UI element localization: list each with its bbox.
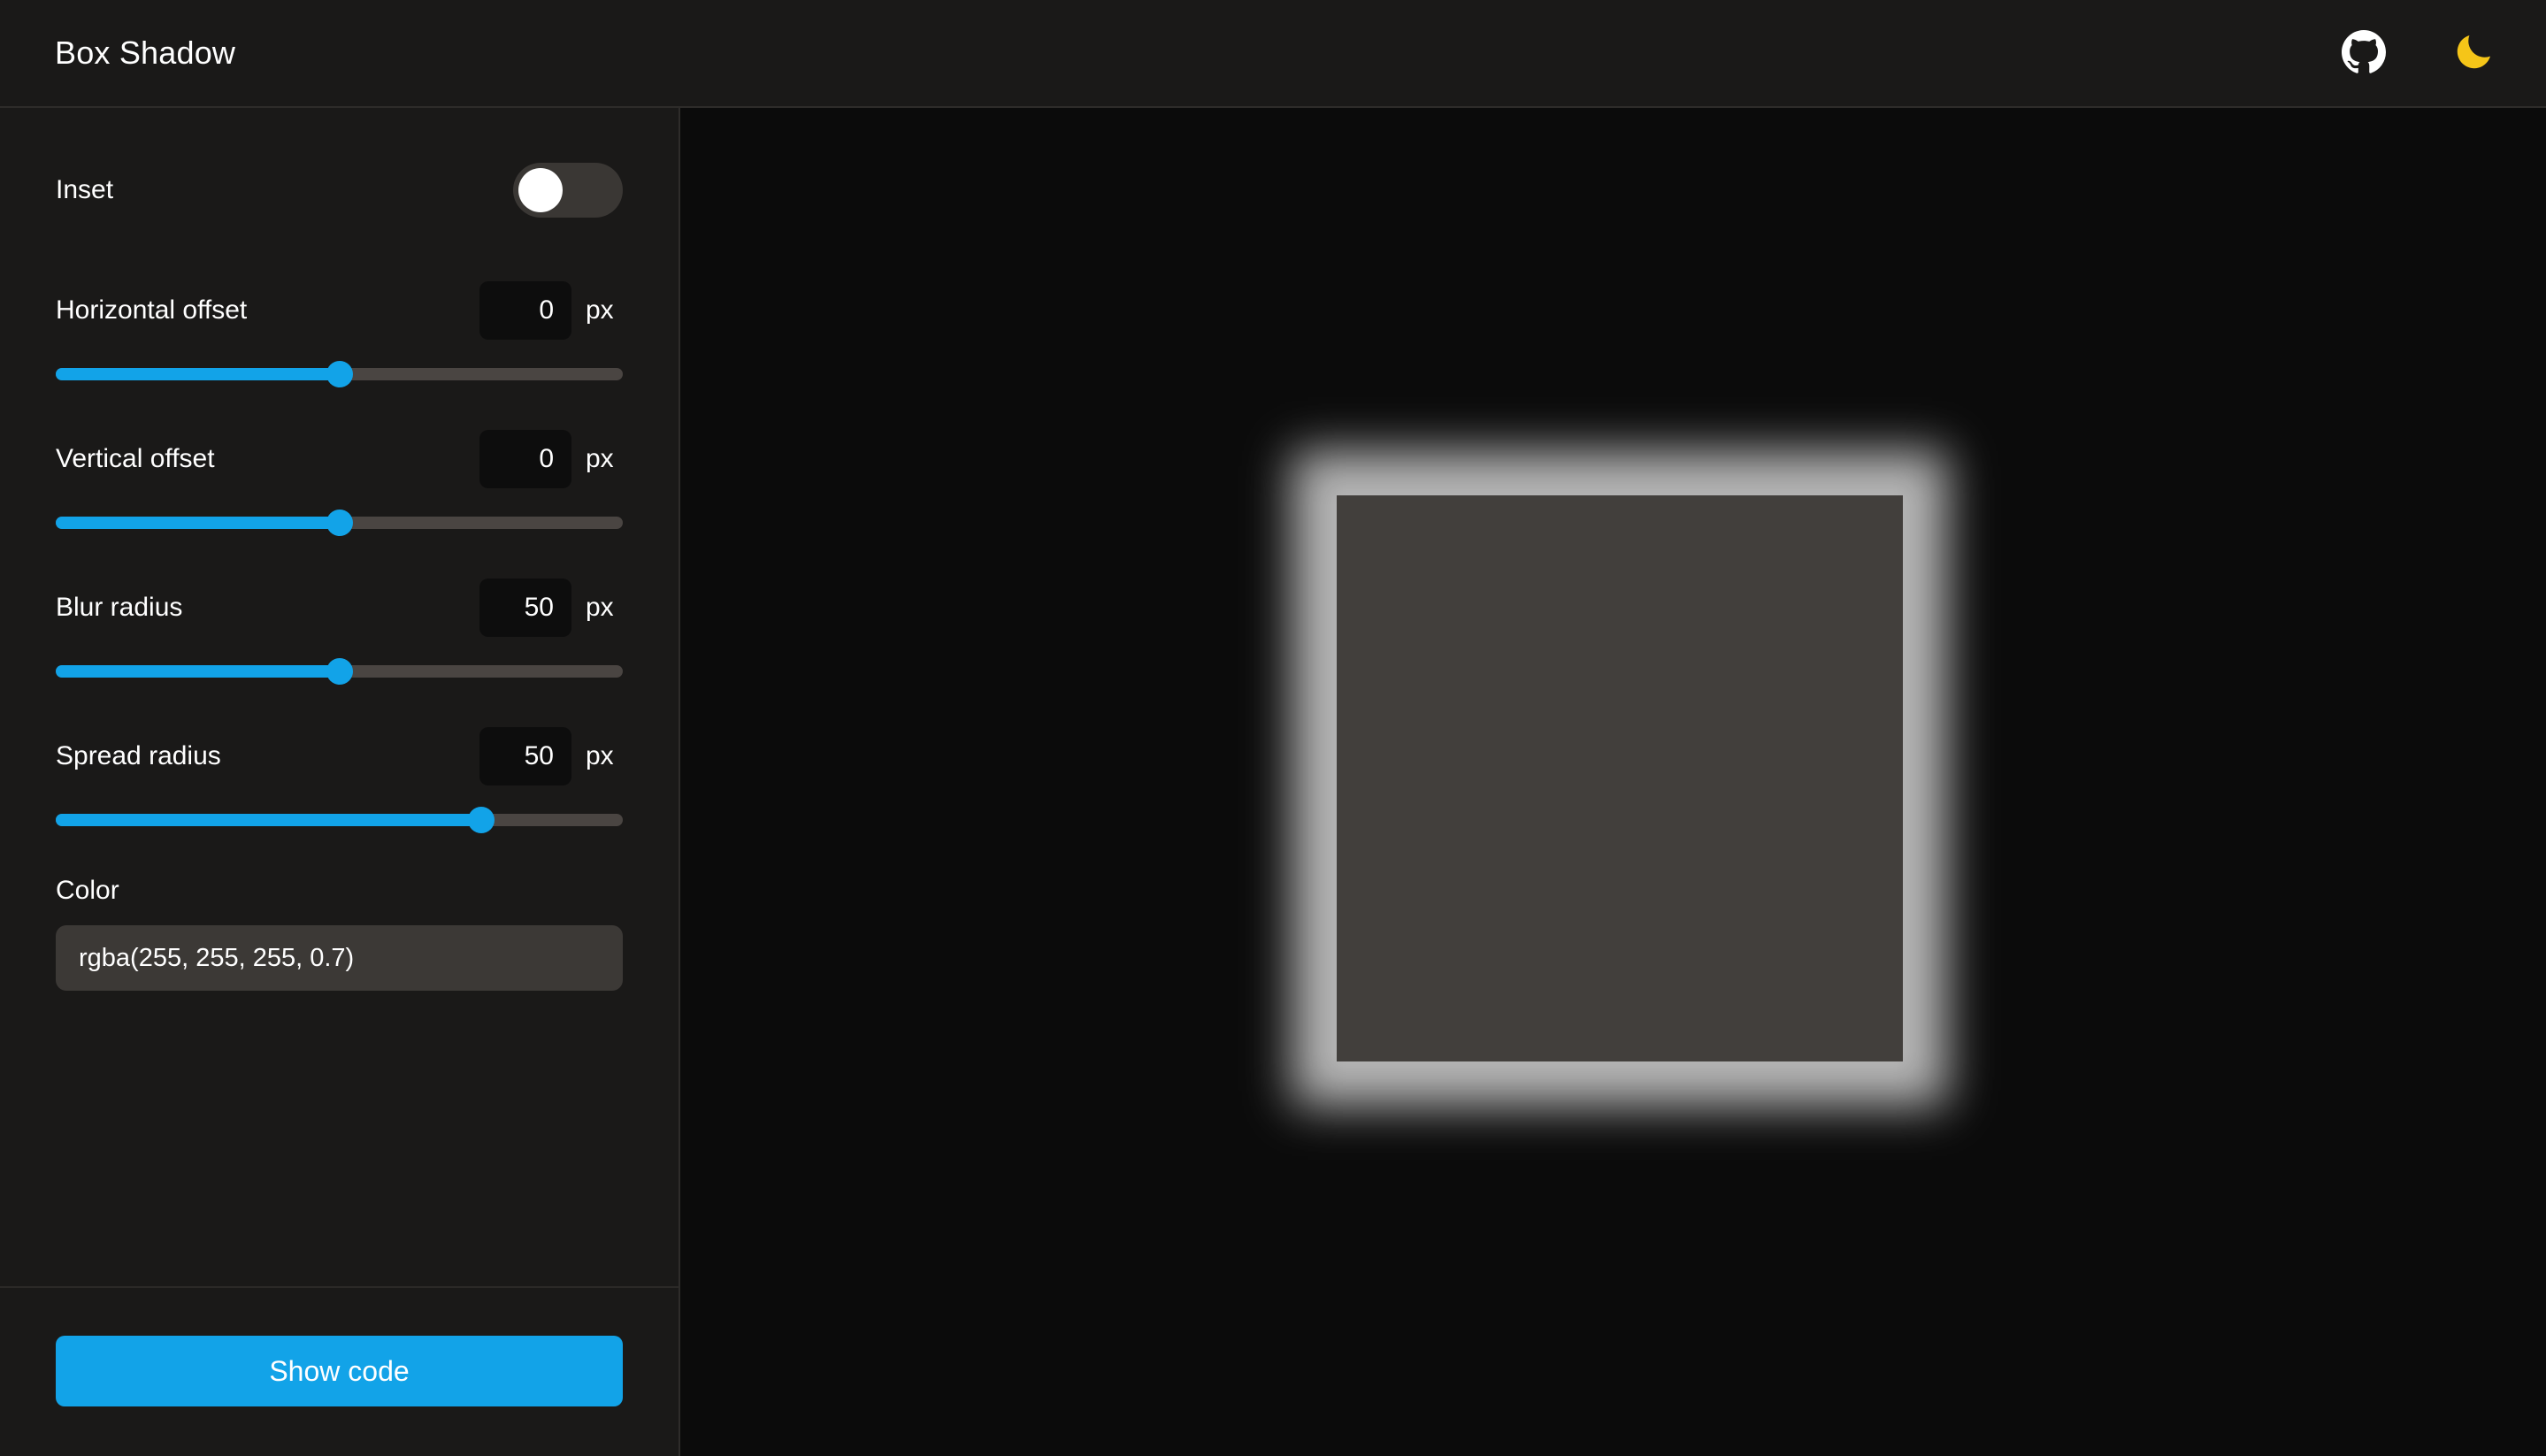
horizontal-offset-unit: px — [586, 295, 614, 325]
vertical-offset-value-group: px — [479, 430, 623, 488]
theme-toggle-button[interactable] — [2449, 28, 2498, 78]
page-title: Box Shadow — [55, 34, 236, 71]
vertical-offset-slider[interactable] — [56, 510, 623, 536]
moon-icon — [2452, 31, 2495, 76]
slider-fill — [56, 665, 340, 678]
app-body: Inset Horizontal offset px — [0, 108, 2546, 1456]
vertical-offset-row: Vertical offset px — [56, 430, 623, 536]
slider-thumb[interactable] — [467, 807, 495, 833]
spread-radius-slider[interactable] — [56, 807, 623, 833]
horizontal-offset-row: Horizontal offset px — [56, 281, 623, 387]
inset-toggle[interactable] — [513, 163, 623, 218]
inset-toggle-knob — [518, 168, 563, 212]
horizontal-offset-label: Horizontal offset — [56, 295, 248, 325]
github-icon — [2342, 29, 2386, 77]
inset-label: Inset — [56, 175, 114, 204]
show-code-button[interactable]: Show code — [56, 1336, 623, 1406]
color-input[interactable] — [56, 925, 623, 991]
blur-radius-label: Blur radius — [56, 593, 183, 622]
app-root: Box Shadow Inset Horizontal offset 0 px … — [0, 0, 2546, 1456]
spread-radius-input[interactable] — [479, 727, 571, 785]
vertical-offset-label: Vertical offset — [56, 444, 215, 473]
controls-list: Inset Horizontal offset px — [0, 108, 679, 1288]
shadow-preview-box — [1336, 495, 1903, 1061]
horizontal-offset-slider[interactable] — [56, 361, 623, 387]
sidebar-footer: Show code — [0, 1288, 679, 1456]
color-label: Color — [56, 876, 119, 905]
slider-fill — [56, 368, 340, 380]
vertical-offset-unit: px — [586, 444, 614, 473]
preview-area — [680, 108, 2546, 1456]
horizontal-offset-input[interactable] — [479, 281, 571, 340]
spread-radius-label: Spread radius — [56, 741, 221, 770]
blur-radius-input[interactable] — [479, 579, 571, 637]
spread-radius-unit: px — [586, 741, 614, 770]
blur-radius-unit: px — [586, 593, 614, 622]
slider-thumb[interactable] — [326, 510, 353, 536]
horizontal-offset-value-group: px — [479, 281, 623, 340]
controls-sidebar: Inset Horizontal offset px — [0, 108, 680, 1456]
spread-radius-value-group: px — [479, 727, 623, 785]
slider-thumb[interactable] — [326, 361, 353, 387]
color-section: Color — [56, 876, 623, 991]
blur-radius-slider[interactable] — [56, 658, 623, 685]
slider-thumb[interactable] — [326, 658, 353, 685]
inset-row: Inset — [56, 163, 623, 218]
spread-radius-row: Spread radius px — [56, 727, 623, 833]
slider-fill — [56, 814, 481, 826]
vertical-offset-input[interactable] — [479, 430, 571, 488]
slider-fill — [56, 517, 340, 529]
github-link-button[interactable] — [2339, 28, 2389, 78]
header-actions — [2339, 28, 2498, 78]
app-header: Box Shadow — [0, 0, 2546, 108]
blur-radius-row: Blur radius px — [56, 579, 623, 685]
blur-radius-value-group: px — [479, 579, 623, 637]
